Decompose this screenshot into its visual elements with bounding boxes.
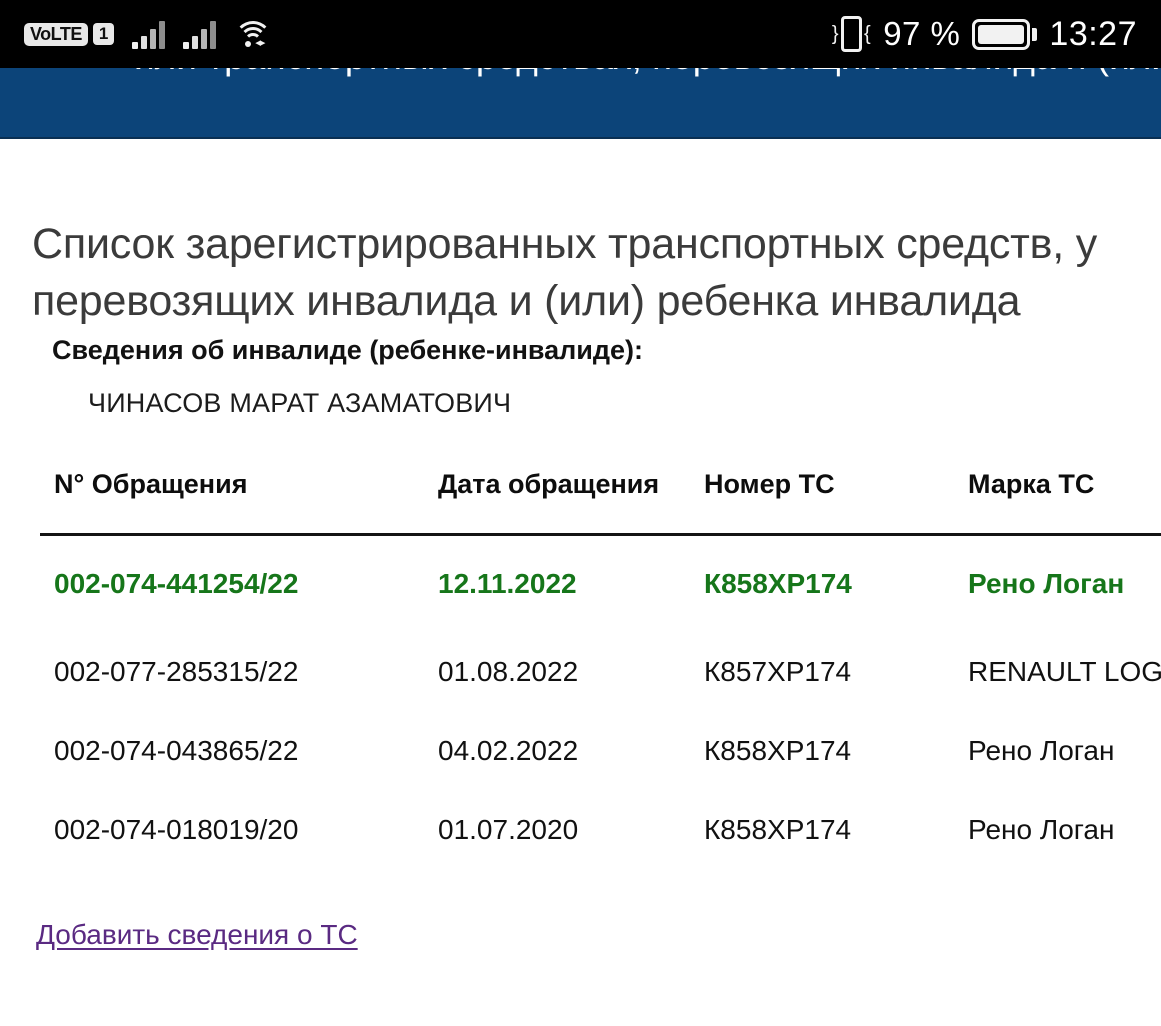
table-body: 002-074-441254/22 12.11.2022 К858ХР174 Р… — [38, 536, 1161, 869]
battery-icon — [972, 18, 1038, 50]
cell-appeal-no: 002-074-441254/22 — [54, 568, 299, 599]
status-bar-left: VoLTE 1 ◂▸ — [24, 19, 273, 49]
cell-appeal-no: 002-074-043865/22 — [54, 734, 299, 766]
cell-brand: Рено Логан — [968, 734, 1115, 766]
status-bar: VoLTE 1 ◂▸ }{ 97 % 13:27 — [0, 0, 1161, 68]
cell-brand: RENAULT LOG — [968, 655, 1161, 687]
battery-percent-label: 97 % — [883, 15, 961, 52]
column-header-brand: Марка ТС — [968, 469, 1095, 499]
signal-bars-icon-2 — [183, 19, 217, 49]
cell-plate: К857ХР174 — [704, 655, 852, 687]
section-label-disabled-info: Сведения об инвалиде (ребенке-инвалиде): — [52, 335, 644, 365]
cell-appeal-date: 12.11.2022 — [438, 568, 577, 599]
page-title-line-1: Список зарегистрированных транспортных с… — [32, 219, 1098, 268]
app-header-bar: или транспортных средствах, перевозящих … — [0, 68, 1161, 139]
cell-appeal-date: 04.02.2022 — [438, 734, 579, 766]
table-row[interactable]: 002-074-018019/20 01.07.2020 К858ХР174 Р… — [38, 790, 1161, 869]
app-header-cut-text: или транспортных средствах, перевозящих … — [134, 68, 1161, 75]
vehicles-table: N° Обращения Дата обращения Номер ТС Мар… — [38, 469, 1161, 869]
signal-bars-icon — [132, 19, 166, 49]
status-bar-right: }{ 97 % 13:27 — [832, 15, 1137, 54]
clock-label: 13:27 — [1049, 14, 1137, 53]
table-row[interactable]: 002-074-043865/22 04.02.2022 К858ХР174 Р… — [38, 711, 1161, 790]
table-header-row: N° Обращения Дата обращения Номер ТС Мар… — [38, 469, 1161, 533]
cell-brand: Рено Логан — [968, 813, 1115, 845]
volte-icon: VoLTE — [24, 22, 88, 46]
table-row[interactable]: 002-077-285315/22 01.08.2022 К857ХР174 R… — [38, 632, 1161, 711]
column-header-plate: Номер ТС — [704, 469, 835, 499]
sim-slot-icon: 1 — [92, 23, 115, 45]
cell-brand: Рено Логан — [968, 568, 1125, 599]
wifi-icon: ◂▸ — [234, 19, 273, 49]
column-header-appeal-no: N° Обращения — [54, 469, 248, 499]
volte-badge: VoLTE 1 — [24, 22, 115, 46]
cell-appeal-date: 01.08.2022 — [438, 655, 579, 687]
vibrate-icon: }{ — [832, 16, 871, 52]
add-vehicle-link[interactable]: Добавить сведения о ТС — [36, 919, 358, 951]
column-header-appeal-date: Дата обращения — [438, 469, 660, 499]
cell-appeal-no: 002-077-285315/22 — [54, 655, 299, 687]
cell-plate: К858ХР174 — [704, 813, 852, 845]
page-title: Список зарегистрированных транспортных с… — [32, 216, 1161, 330]
page-title-line-2: перевозящих инвалида и (или) ребенка инв… — [32, 276, 1021, 325]
person-name-value: ЧИНАСОВ МАРАТ АЗАМАТОВИЧ — [88, 388, 512, 418]
cell-plate: К858ХР174 — [704, 568, 852, 599]
cell-appeal-no: 002-074-018019/20 — [54, 813, 299, 845]
table-row[interactable]: 002-074-441254/22 12.11.2022 К858ХР174 Р… — [38, 536, 1161, 632]
cell-plate: К858ХР174 — [704, 734, 852, 766]
cell-appeal-date: 01.07.2020 — [438, 813, 579, 845]
page-content: Список зарегистрированных транспортных с… — [0, 139, 1161, 1026]
